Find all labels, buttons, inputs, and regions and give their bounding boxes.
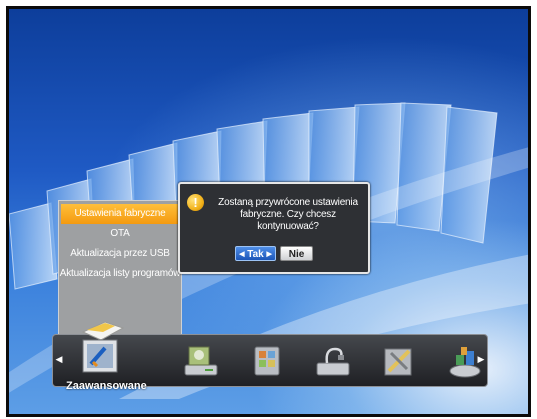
dialog-message: Zostaną przywrócone ustawienia fabryczne… [210,197,366,233]
menu-item-channel-list-update[interactable]: Aktualizacja listy programów [59,264,181,284]
arrow-left-icon: ◀ [239,251,245,258]
dialog-message-line-1: Zostaną przywrócone ustawienia [218,197,358,208]
no-button[interactable]: Nie [280,246,313,261]
selected-menu-label: Zaawansowane [66,380,147,392]
warning-icon: ! [187,194,204,211]
scroll-left-icon[interactable]: ◀ [55,353,63,367]
menu-item-ota[interactable]: OTA [59,224,181,244]
no-button-label: Nie [288,249,305,260]
yes-button-label: Tak [247,249,264,260]
menu-item-factory-settings[interactable]: Ustawienia fabryczne [61,204,179,224]
usb-device-icon[interactable] [313,341,353,381]
dialog-message-line-2: fabryczne. Czy chcesz kontynuować? [240,209,336,232]
yes-button[interactable]: ◀ Tak ▶ [235,246,276,261]
media-player-icon[interactable] [247,341,287,381]
satellite-receiver-icon[interactable] [181,341,221,381]
confirm-dialog: ! Zostaną przywrócone ustawienia fabrycz… [178,182,370,274]
scroll-right-icon[interactable]: ▶ [477,353,485,367]
menu-item-usb-update[interactable]: Aktualizacja przez USB [59,244,181,264]
advanced-settings-icon[interactable] [75,318,129,376]
arrow-right-icon: ▶ [266,251,272,258]
tools-icon[interactable] [379,341,419,381]
